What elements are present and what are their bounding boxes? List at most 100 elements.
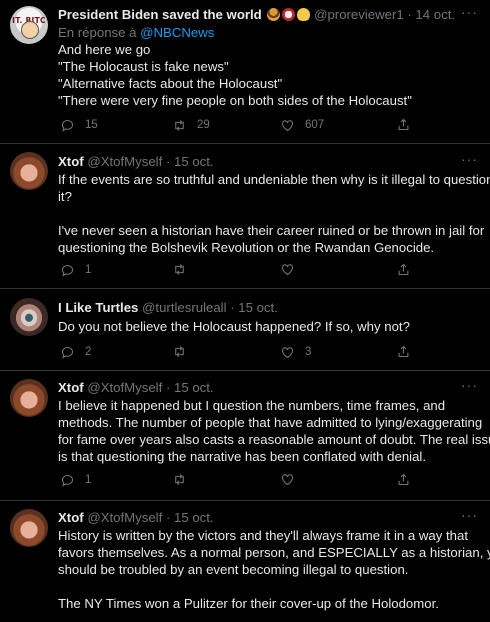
heart-icon [281,347,294,359]
reply-button[interactable]: 1 [60,262,91,279]
reply-count: 1 [85,474,92,486]
display-name[interactable]: President Biden saved the world [58,7,262,22]
like-button[interactable] [280,262,295,277]
retweet-button[interactable] [172,472,187,487]
like-button[interactable]: 607 [280,117,324,134]
tweet-date[interactable]: · 15 oct. [166,154,214,169]
reply-icon [61,119,74,132]
more-options-icon[interactable]: ··· [461,151,478,168]
display-name[interactable]: Xtof [58,154,84,169]
heart-icon [281,474,294,486]
share-icon [398,118,409,131]
retweet-icon [175,346,184,357]
retweet-button[interactable] [172,262,187,277]
heart-icon [281,264,294,276]
share-icon [398,263,409,276]
avatar[interactable]: IT. BITC [10,6,48,44]
display-name[interactable]: Xtof [58,510,84,525]
reply-icon [61,264,74,277]
text-line: If the events are so truthful and undeni… [58,172,490,187]
tweet-header: Xtof @XtofMyself · 15 oct. [58,153,214,170]
more-options-icon[interactable]: ··· [461,4,478,21]
more-options-icon[interactable]: ··· [461,377,478,394]
share-button[interactable] [396,262,411,277]
reply-button[interactable]: 1 [60,472,91,489]
user-handle[interactable]: @XtofMyself [87,380,162,395]
tweet-header: Xtof @XtofMyself · 15 oct. [58,379,214,396]
share-button[interactable] [396,117,411,132]
retweet-icon [175,120,184,131]
user-handle[interactable]: @XtofMyself [87,154,162,169]
share-button[interactable] [396,344,411,359]
reply-icon [61,346,74,359]
retweet-count: 29 [197,119,210,131]
avatar[interactable] [10,509,48,547]
heart-icon [281,120,294,132]
share-icon [398,345,409,358]
avatar[interactable] [10,152,48,190]
yellow-heart-emoji [297,8,311,21]
user-handle[interactable]: @proreviewer1 [314,7,404,22]
more-options-icon[interactable]: ··· [461,507,478,524]
tweet-text: Do you not believe the Holocaust happene… [58,318,410,335]
retweet-button[interactable] [172,344,187,359]
burger-emoji [267,8,281,21]
avatar[interactable] [10,379,48,417]
text-line: I've never seen a historian have their c… [58,223,485,238]
replying-to: En réponse à @NBCNews [58,24,214,41]
like-count: 3 [305,346,312,358]
text-line: "There were very fine people on both sid… [58,93,412,108]
replying-to-link[interactable]: @NBCNews [140,25,214,40]
tweet-date[interactable]: · 15 oct. [230,300,278,315]
reply-count: 2 [85,346,92,358]
display-name[interactable]: I Like Turtles [58,300,138,315]
tweet-date[interactable]: · 14 oct. [407,7,455,22]
user-handle[interactable]: @turtlesruleall [142,300,226,315]
share-icon [398,473,409,486]
action-bar: 2 3 [60,344,420,362]
text-line: is that questioning the narrative has be… [58,449,427,464]
tweet-header: I Like Turtles @turtlesruleall · 15 oct. [58,299,278,316]
reply-button[interactable]: 15 [60,117,98,134]
tweet[interactable]: I Like Turtles @turtlesruleall · 15 oct.… [0,289,490,369]
reply-button[interactable]: 2 [60,344,91,361]
text-line: History is written by the victors and th… [58,528,469,543]
tweet[interactable]: Xtof @XtofMyself · 15 oct. ··· If the ev… [0,144,490,284]
share-button[interactable] [396,472,411,487]
tweet-text: History is written by the victors and th… [58,527,490,612]
text-line: favors themselves. As a normal person, a… [58,545,490,560]
like-button[interactable] [280,472,295,487]
text-line [58,205,490,222]
tweet[interactable]: Xtof @XtofMyself · 15 oct. ··· I believe… [0,371,490,497]
tweet-date[interactable]: · 15 oct. [166,510,214,525]
tweet-text: If the events are so truthful and undeni… [58,171,490,256]
like-count: 607 [305,119,325,131]
tweet-date[interactable]: · 15 oct. [166,380,214,395]
tweet-header: President Biden saved the world @prorevi… [58,6,455,23]
text-line: it? [58,189,72,204]
text-line [58,578,490,595]
display-name[interactable]: Xtof [58,380,84,395]
text-line: The NY Times won a Pulitzer for their co… [58,596,439,611]
text-line: "The Holocaust is fake news" [58,59,229,74]
avatar-face [21,21,39,39]
replying-prefix: En réponse à [58,25,137,40]
action-bar: 15 29 607 [60,117,420,135]
retweet-button[interactable]: 29 [172,117,210,134]
reply-icon [61,474,74,487]
like-button[interactable]: 3 [280,344,311,361]
reply-count: 15 [85,119,98,131]
text-line: methods. The number of people that have … [58,415,483,430]
avatar[interactable] [10,298,48,336]
text-line: Do you not believe the Holocaust happene… [58,319,410,334]
drum-emoji [282,8,296,21]
retweet-icon [175,474,184,485]
text-line: And here we go [58,42,151,57]
text-line: for fame over years also casts a reasona… [58,432,490,447]
tweet[interactable]: IT. BITC President Biden saved the world… [0,0,490,138]
action-bar: 1 [60,262,420,280]
text-line: should be troubled by an event becoming … [58,562,409,577]
tweet-header: Xtof @XtofMyself · 15 oct. [58,509,214,526]
tweet[interactable]: Xtof @XtofMyself · 15 oct. ··· History i… [0,501,490,622]
user-handle[interactable]: @XtofMyself [87,510,162,525]
